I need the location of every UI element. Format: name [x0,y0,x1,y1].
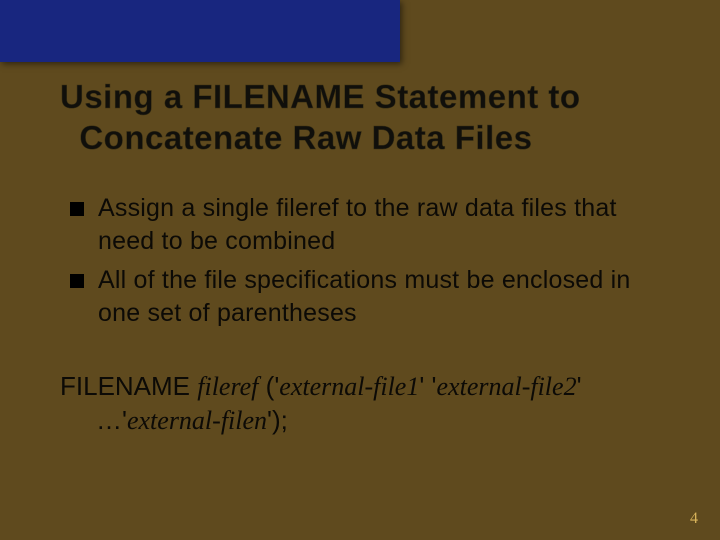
syntax-example: FILENAME fileref ('external-file1' 'exte… [60,370,670,438]
placeholder-file1: external-file1 [279,372,419,401]
bullet-text: All of the file specifications must be e… [98,264,670,330]
syntax-line-1: FILENAME fileref ('external-file1' 'exte… [60,370,670,404]
list-item: Assign a single fileref to the raw data … [70,192,670,258]
page-number: 4 [690,510,698,528]
square-bullet-icon [70,202,84,216]
close-paren-semicolon: ); [272,405,288,435]
quote: ' [577,371,582,401]
list-item: All of the file specifications must be e… [70,264,670,330]
open-paren: ( [266,371,275,401]
ellipsis: … [96,405,122,435]
title-line-2: Concatenate Raw Data Files [79,119,532,156]
header-accent-band [0,0,400,62]
slide-title: Using a FILENAME Statement to Concatenat… [60,76,680,159]
title-line-1: Using a FILENAME Statement to [60,78,581,115]
bullet-text: Assign a single fileref to the raw data … [98,192,670,258]
placeholder-fileref: fileref [197,372,258,401]
syntax-line-2: …'external-filen'); [60,404,670,438]
keyword-filename: FILENAME [60,371,190,401]
quote: ' [419,371,424,401]
placeholder-file2: external-file2 [437,372,577,401]
placeholder-filen: external-filen [127,406,267,435]
square-bullet-icon [70,274,84,288]
bullet-list: Assign a single fileref to the raw data … [70,192,670,336]
